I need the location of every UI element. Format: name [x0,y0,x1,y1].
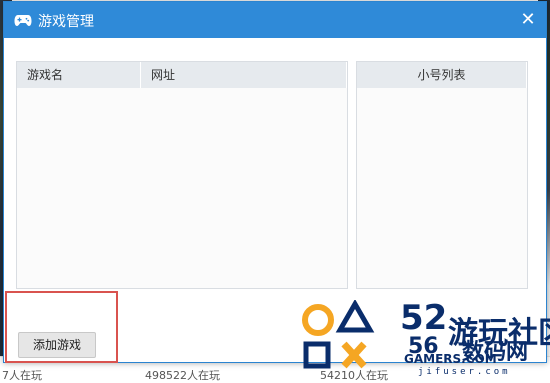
column-header-url[interactable]: 网址 [141,62,347,88]
watermark-number: 52 [400,298,448,338]
game-list-table[interactable]: 游戏名 网址 [16,61,348,289]
gamepad-icon [14,15,32,26]
watermark-logo-shapes [302,300,375,369]
accounts-list[interactable]: 小号列表 [356,61,528,289]
watermark-url: jifuser.com [418,367,511,377]
title-bar[interactable]: 游戏管理 ✕ [4,2,546,38]
watermark-gamers: GAMERS.COM [404,352,497,366]
dialog-title: 游戏管理 [38,14,94,30]
close-button[interactable]: ✕ [518,10,538,30]
highlight-annotation [5,291,118,363]
accounts-list-header: 小号列表 [357,62,527,88]
column-header-game-name[interactable]: 游戏名 [17,62,141,88]
